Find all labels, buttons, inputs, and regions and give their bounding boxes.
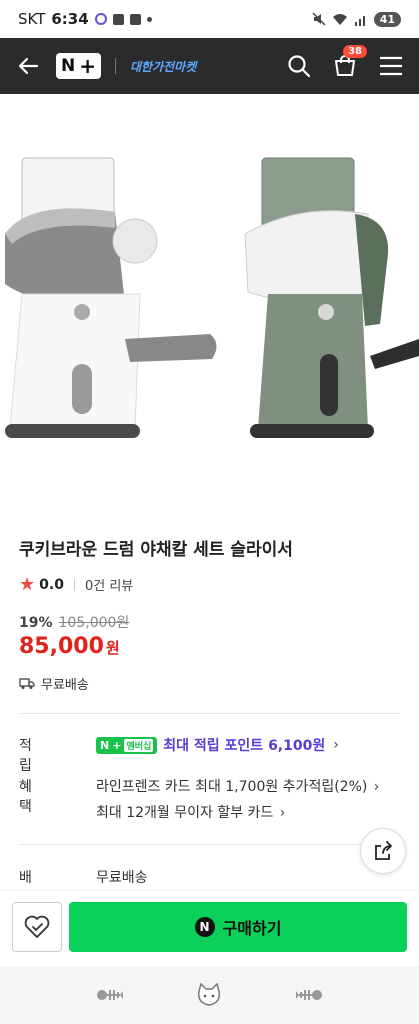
notification-icon xyxy=(112,13,124,25)
wifi-icon xyxy=(332,13,347,25)
price-row: 85,000 원 xyxy=(19,634,120,659)
chevron-right-icon: › xyxy=(373,779,380,795)
cart-count-badge: 38 xyxy=(343,45,367,58)
share-button[interactable] xyxy=(360,828,406,874)
section-divider xyxy=(19,713,400,714)
buy-button[interactable]: N 구매하기 xyxy=(69,902,407,952)
delivery-value: 무료배송 xyxy=(96,870,148,886)
app-notification-icon xyxy=(94,13,107,25)
naver-membership-badge: N + 멤버십 xyxy=(96,736,158,754)
back-arrow-icon xyxy=(18,57,39,75)
sale-price: 85,000 xyxy=(19,634,104,659)
naver-plus-logo[interactable]: N + xyxy=(56,53,101,79)
white-slicer-illustration xyxy=(5,157,217,438)
discount-row: 19% 105,000원 xyxy=(19,612,129,632)
shipping-text: 무료배송 xyxy=(41,678,89,693)
search-button[interactable] xyxy=(285,52,313,80)
naver-notification-icon xyxy=(129,13,141,25)
more-notifications-icon xyxy=(146,16,152,22)
share-icon xyxy=(375,841,392,860)
battery-indicator: 41 xyxy=(373,11,401,27)
product-image[interactable] xyxy=(0,94,419,514)
rating-row[interactable]: ★ 0.0 0건 리뷰 xyxy=(19,574,133,595)
rating-separator xyxy=(73,578,75,591)
points-label: 적립 xyxy=(19,738,32,774)
back-button[interactable] xyxy=(14,52,42,80)
carrier-label: SKT xyxy=(18,10,46,28)
naver-pay-icon: N xyxy=(194,917,215,937)
signal-icon xyxy=(354,15,365,26)
benefit-card-1[interactable]: 라인프렌즈 카드 최대 1,700원 추가적립(2%) › xyxy=(96,776,379,796)
status-bar: SKT 6:34 41 xyxy=(0,0,419,38)
menu-button[interactable] xyxy=(377,52,405,80)
cart-button[interactable]: 38 xyxy=(331,45,367,80)
discount-rate: 19% xyxy=(19,615,53,631)
logo-n: N xyxy=(61,56,76,76)
heart-check-icon xyxy=(24,915,50,938)
fish-bone-icon[interactable] xyxy=(96,986,124,1004)
bottom-nav-bar xyxy=(0,966,419,1024)
shipping-row: 무료배송 xyxy=(19,674,89,693)
points-value[interactable]: N + 멤버십 최대 적립 포인트 6,100원 › xyxy=(96,735,339,755)
price-unit: 원 xyxy=(105,639,120,657)
green-slicer-illustration xyxy=(244,157,419,438)
top-nav: N + 대한가전마켓 38 xyxy=(0,38,419,94)
chevron-right-icon: › xyxy=(279,805,286,821)
store-name[interactable]: 대한가전마켓 xyxy=(130,58,196,75)
menu-icon xyxy=(380,56,402,76)
section-divider-2 xyxy=(19,844,400,845)
product-title: 쿠키브라운 드럼 야채칼 세트 슬라이서 xyxy=(19,540,293,560)
product-photo xyxy=(5,157,419,438)
max-points-link[interactable]: 최대 적립 포인트 6,100원 xyxy=(163,735,325,755)
logo-plus: + xyxy=(79,54,96,78)
benefits-label: 혜택 xyxy=(19,779,32,815)
original-price: 105,000원 xyxy=(58,615,130,631)
clock: 6:34 xyxy=(51,10,89,28)
benefit-card-2[interactable]: 최대 12개월 무이자 할부 카드 › xyxy=(96,802,285,822)
nav-divider xyxy=(115,58,116,74)
wishlist-button[interactable] xyxy=(12,902,62,952)
rating-value: 0.0 xyxy=(39,576,64,593)
truck-icon xyxy=(19,678,35,689)
review-count[interactable]: 0건 리뷰 xyxy=(85,575,133,594)
mute-icon xyxy=(312,12,326,26)
cat-icon[interactable] xyxy=(196,983,222,1007)
search-icon xyxy=(288,55,311,78)
purchase-bar: N 구매하기 xyxy=(0,890,419,966)
star-icon: ★ xyxy=(19,574,36,595)
chevron-right-icon: › xyxy=(333,737,339,753)
fish-bone-icon[interactable] xyxy=(295,986,323,1004)
buy-label: 구매하기 xyxy=(222,919,282,938)
